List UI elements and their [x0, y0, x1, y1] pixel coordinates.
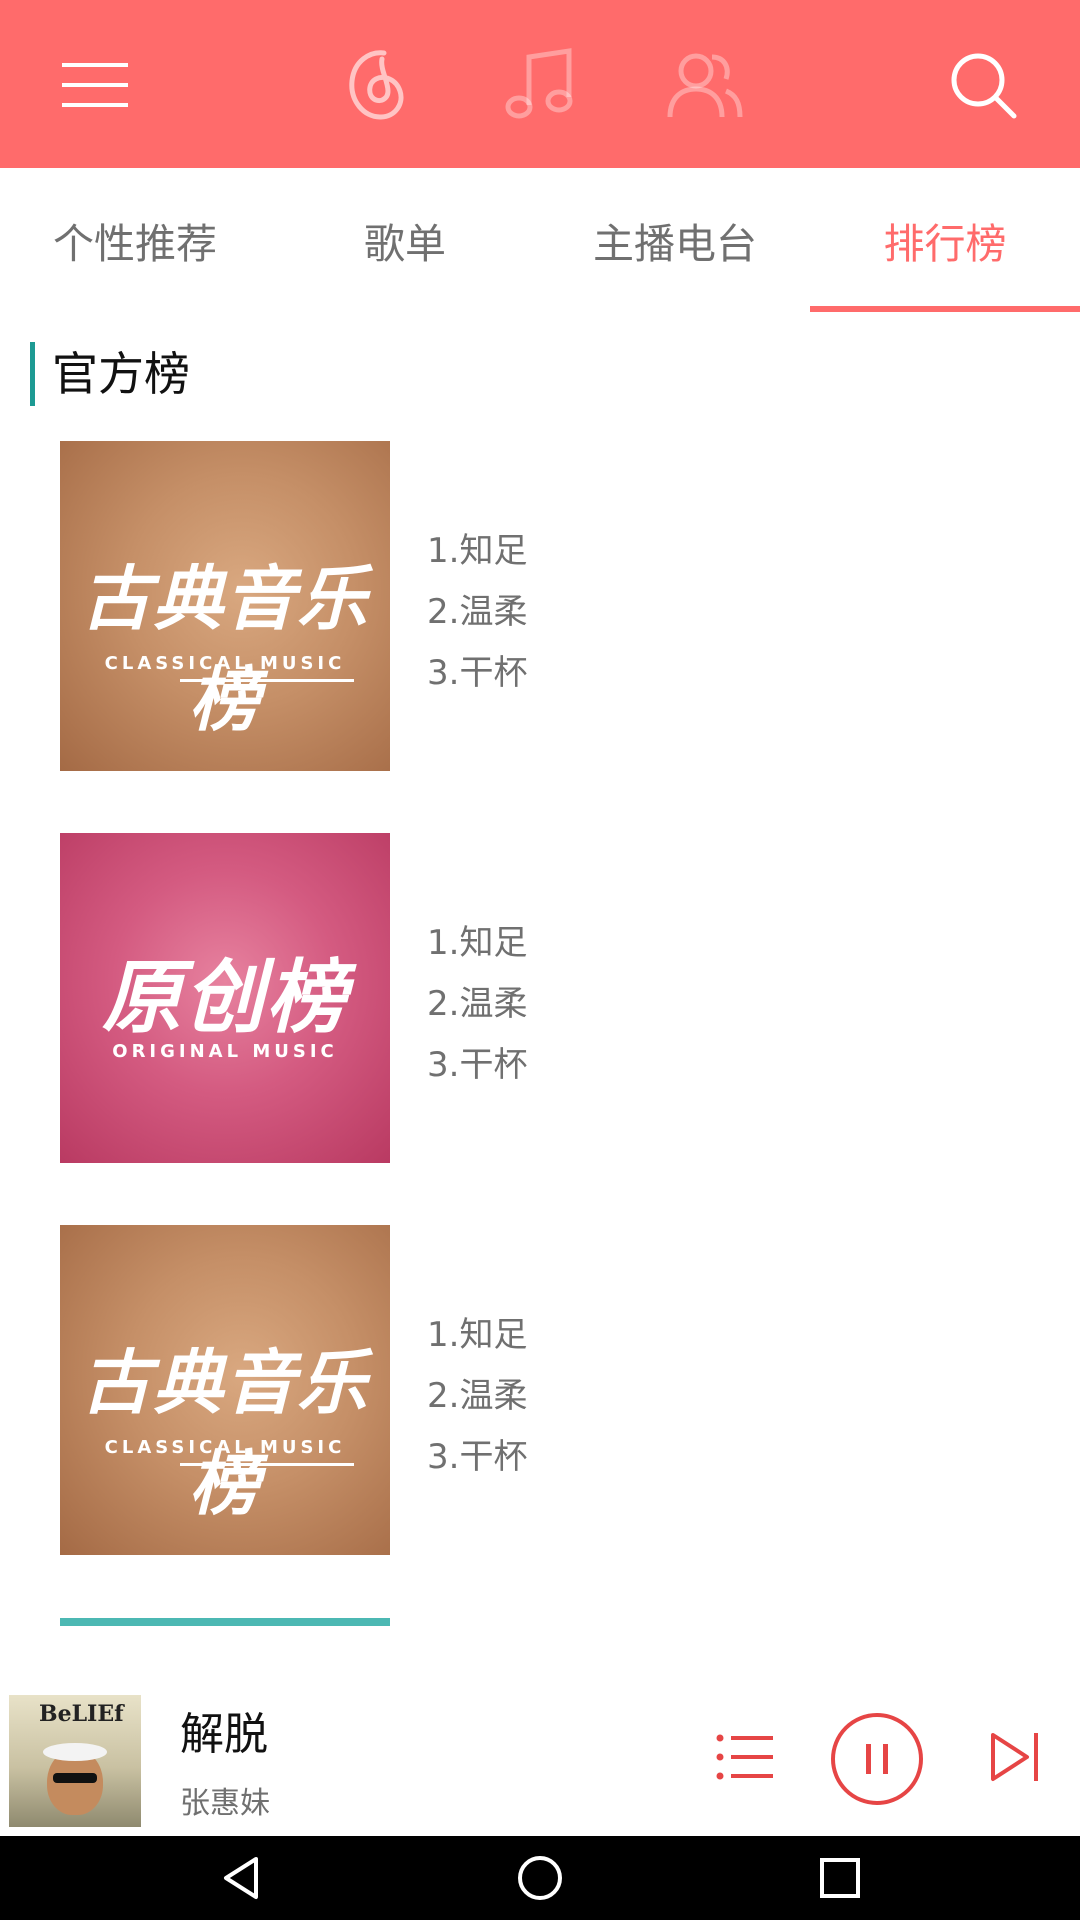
music-note-icon: [505, 48, 573, 119]
top-tracks: 1.知足 2.温柔 3.干杯: [427, 1305, 527, 1488]
cover-rule: [180, 679, 354, 682]
friends-icon: [667, 53, 743, 118]
system-nav-bar: [0, 1836, 1080, 1920]
tab-label: 排行榜: [883, 220, 1007, 268]
search-button[interactable]: [938, 40, 1028, 130]
track-item: 1.知足: [427, 923, 528, 963]
menu-button[interactable]: [50, 40, 140, 130]
cover-title: 古典音乐榜: [81, 558, 369, 741]
cover-rule: [180, 1463, 354, 1466]
cover-subtitle: ORIGINAL MUSIC: [112, 1041, 338, 1062]
mini-player[interactable]: BeLIEf 解脱 张惠妹: [0, 1678, 1080, 1835]
recents-button[interactable]: [810, 1848, 870, 1908]
chart-card-classical[interactable]: 古典音乐榜 CLASSICAL MUSIC 1.知足 2.温柔 3.干杯: [60, 441, 1040, 771]
chart-card-partial[interactable]: [60, 1618, 390, 1626]
tab-label: 主播电台: [593, 220, 757, 268]
recents-icon: [820, 1858, 860, 1898]
section-title: 官方榜: [52, 347, 190, 401]
section-marker: [30, 342, 35, 406]
netease-logo-icon: [349, 50, 404, 120]
tab-charts[interactable]: 排行榜: [810, 168, 1080, 312]
back-button[interactable]: [211, 1848, 271, 1908]
cover-subtitle: CLASSICAL MUSIC: [104, 1437, 346, 1458]
track-item: 1.知足: [427, 1315, 528, 1355]
playlist-button[interactable]: [710, 1722, 780, 1792]
tab-recommend[interactable]: 个性推荐: [0, 168, 270, 312]
category-tabs: 个性推荐 歌单 主播电台 排行榜: [0, 168, 1080, 312]
song-artist: 张惠妹: [180, 1786, 270, 1821]
back-icon: [224, 1857, 258, 1899]
track-item: 1.知足: [427, 531, 528, 571]
chart-cover: 古典音乐榜 CLASSICAL MUSIC: [60, 441, 390, 771]
top-tracks: 1.知足 2.温柔 3.干杯: [427, 913, 527, 1096]
tab-playlists[interactable]: 歌单: [270, 168, 540, 312]
track-item: 2.温柔: [427, 592, 528, 632]
top-tracks: 1.知足 2.温柔 3.干杯: [427, 521, 527, 704]
cover-subtitle: CLASSICAL MUSIC: [104, 653, 346, 674]
chart-card-original[interactable]: 原创榜 ORIGINAL MUSIC 1.知足 2.温柔 3.干杯: [60, 833, 1040, 1163]
album-art-glasses: [53, 1773, 97, 1783]
home-icon: [518, 1856, 562, 1900]
song-title: 解脱: [180, 1709, 268, 1760]
pause-button[interactable]: [830, 1712, 924, 1806]
tab-radio[interactable]: 主播电台: [540, 168, 810, 312]
chart-card-classical-2[interactable]: 古典音乐榜 CLASSICAL MUSIC 1.知足 2.温柔 3.干杯: [60, 1225, 1040, 1555]
cover-title: 古典音乐榜: [81, 1342, 369, 1525]
tab-label: 歌单: [364, 220, 446, 268]
album-art-text: BeLIEf: [39, 1701, 124, 1727]
cover-title: 原创榜: [102, 951, 348, 1044]
track-item: 2.温柔: [427, 1376, 528, 1416]
discover-tab-button[interactable]: [330, 40, 420, 130]
tab-label: 个性推荐: [53, 220, 217, 268]
music-tab-button[interactable]: [494, 40, 584, 130]
skip-next-icon: [991, 1733, 1038, 1781]
track-item: 2.温柔: [427, 984, 528, 1024]
friends-tab-button[interactable]: [660, 40, 750, 130]
track-item: 3.干杯: [427, 1437, 528, 1477]
next-button[interactable]: [980, 1722, 1050, 1792]
search-icon: [951, 53, 1017, 119]
chart-cover: 原创榜 ORIGINAL MUSIC: [60, 833, 390, 1163]
track-item: 3.干杯: [427, 653, 528, 693]
top-app-bar: [0, 0, 1080, 168]
chart-cover: 古典音乐榜 CLASSICAL MUSIC: [60, 1225, 390, 1555]
menu-icon: [62, 63, 128, 107]
album-art-hat: [43, 1743, 107, 1761]
playlist-icon: [716, 1734, 773, 1780]
pause-icon: [831, 1713, 923, 1805]
active-tab-indicator: [810, 306, 1080, 312]
track-item: 3.干杯: [427, 1045, 528, 1085]
home-button[interactable]: [510, 1848, 570, 1908]
album-art[interactable]: BeLIEf: [9, 1695, 141, 1827]
